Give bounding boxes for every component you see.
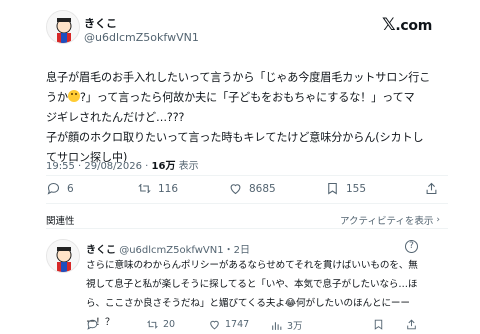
avatar[interactable]: [46, 10, 80, 44]
reply-retweet-button[interactable]: 20: [146, 318, 175, 331]
reply-button[interactable]: 6: [46, 181, 74, 196]
tweet-text: 息子が眉毛のお手入れしたいって言うから「じゃあ今度眉毛カットサロン行こ うか?」…: [46, 68, 466, 168]
reply-author[interactable]: きくこ @u6dlcmZ5okfwVN1・2日: [86, 241, 250, 256]
x-logo-icon[interactable]: 𝕏.com: [382, 15, 432, 35]
bookmark-icon: [374, 319, 383, 330]
reply-reply-button[interactable]: [86, 318, 99, 331]
reply-line: ら、ここさか良さそうだね」と媚びてくる夫よ😂何がしたいのほんとにーー: [86, 298, 410, 309]
share-button[interactable]: [424, 181, 439, 196]
share-icon: [407, 319, 416, 330]
like-icon: [230, 184, 241, 195]
reply-like-button[interactable]: 1747: [208, 318, 249, 331]
reply-share-button[interactable]: [405, 318, 418, 331]
share-icon: [426, 182, 437, 195]
views-icon: [272, 321, 282, 330]
reply-avatar[interactable]: [46, 239, 80, 273]
divider: [46, 203, 448, 204]
reply-bookmark-button[interactable]: [372, 318, 385, 331]
tweet-meta: 19:55 · 29/08/2026 · 16万 表示: [46, 161, 199, 172]
author-name[interactable]: きくこ: [84, 15, 117, 31]
reply-icon: [47, 182, 60, 195]
reply-line: さらに意味のわからんポリシーがあるならせめてそれを貫けばいいものを、無: [86, 260, 418, 271]
activity-link[interactable]: アクティビティを表示 ›: [340, 213, 440, 227]
like-button[interactable]: 8685: [228, 181, 276, 196]
like-icon: [210, 320, 219, 330]
views-count: 16万: [151, 161, 176, 172]
retweet-icon: [138, 183, 151, 194]
smile-emoji-icon: [68, 90, 80, 102]
tweet-line: うか ?」って言ったら何故か夫に「子どもをおもちゃにするな！」ってマ: [46, 90, 415, 104]
divider: [46, 175, 448, 176]
reply-icon: [87, 319, 98, 330]
retweet-icon: [147, 320, 158, 329]
tweet-line: ジギレされたんだけど…???: [46, 111, 185, 124]
bookmark-button[interactable]: 155: [325, 181, 366, 196]
reply-views-button[interactable]: 3万: [270, 318, 303, 332]
help-icon[interactable]: ?: [405, 240, 418, 253]
tweet-line: 子が顔のホクロ取りたいって言った時もキレてたけど意味分からん(シカトし: [46, 131, 424, 144]
reply-line: 視して息子と私が楽しそうに探してると「いや、本気で息子がしたいなら…ほ: [86, 279, 418, 290]
bookmark-icon: [328, 182, 337, 195]
divider: [46, 228, 448, 229]
related-label[interactable]: 関連性: [46, 213, 75, 227]
chevron-right-icon: ›: [436, 215, 440, 225]
retweet-button[interactable]: 116: [137, 181, 178, 196]
tweet-line: 息子が眉毛のお手入れしたいって言うから「じゃあ今度眉毛カットサロン行こ: [46, 71, 431, 84]
author-handle[interactable]: @u6dlcmZ5okfwVN1: [84, 31, 199, 44]
